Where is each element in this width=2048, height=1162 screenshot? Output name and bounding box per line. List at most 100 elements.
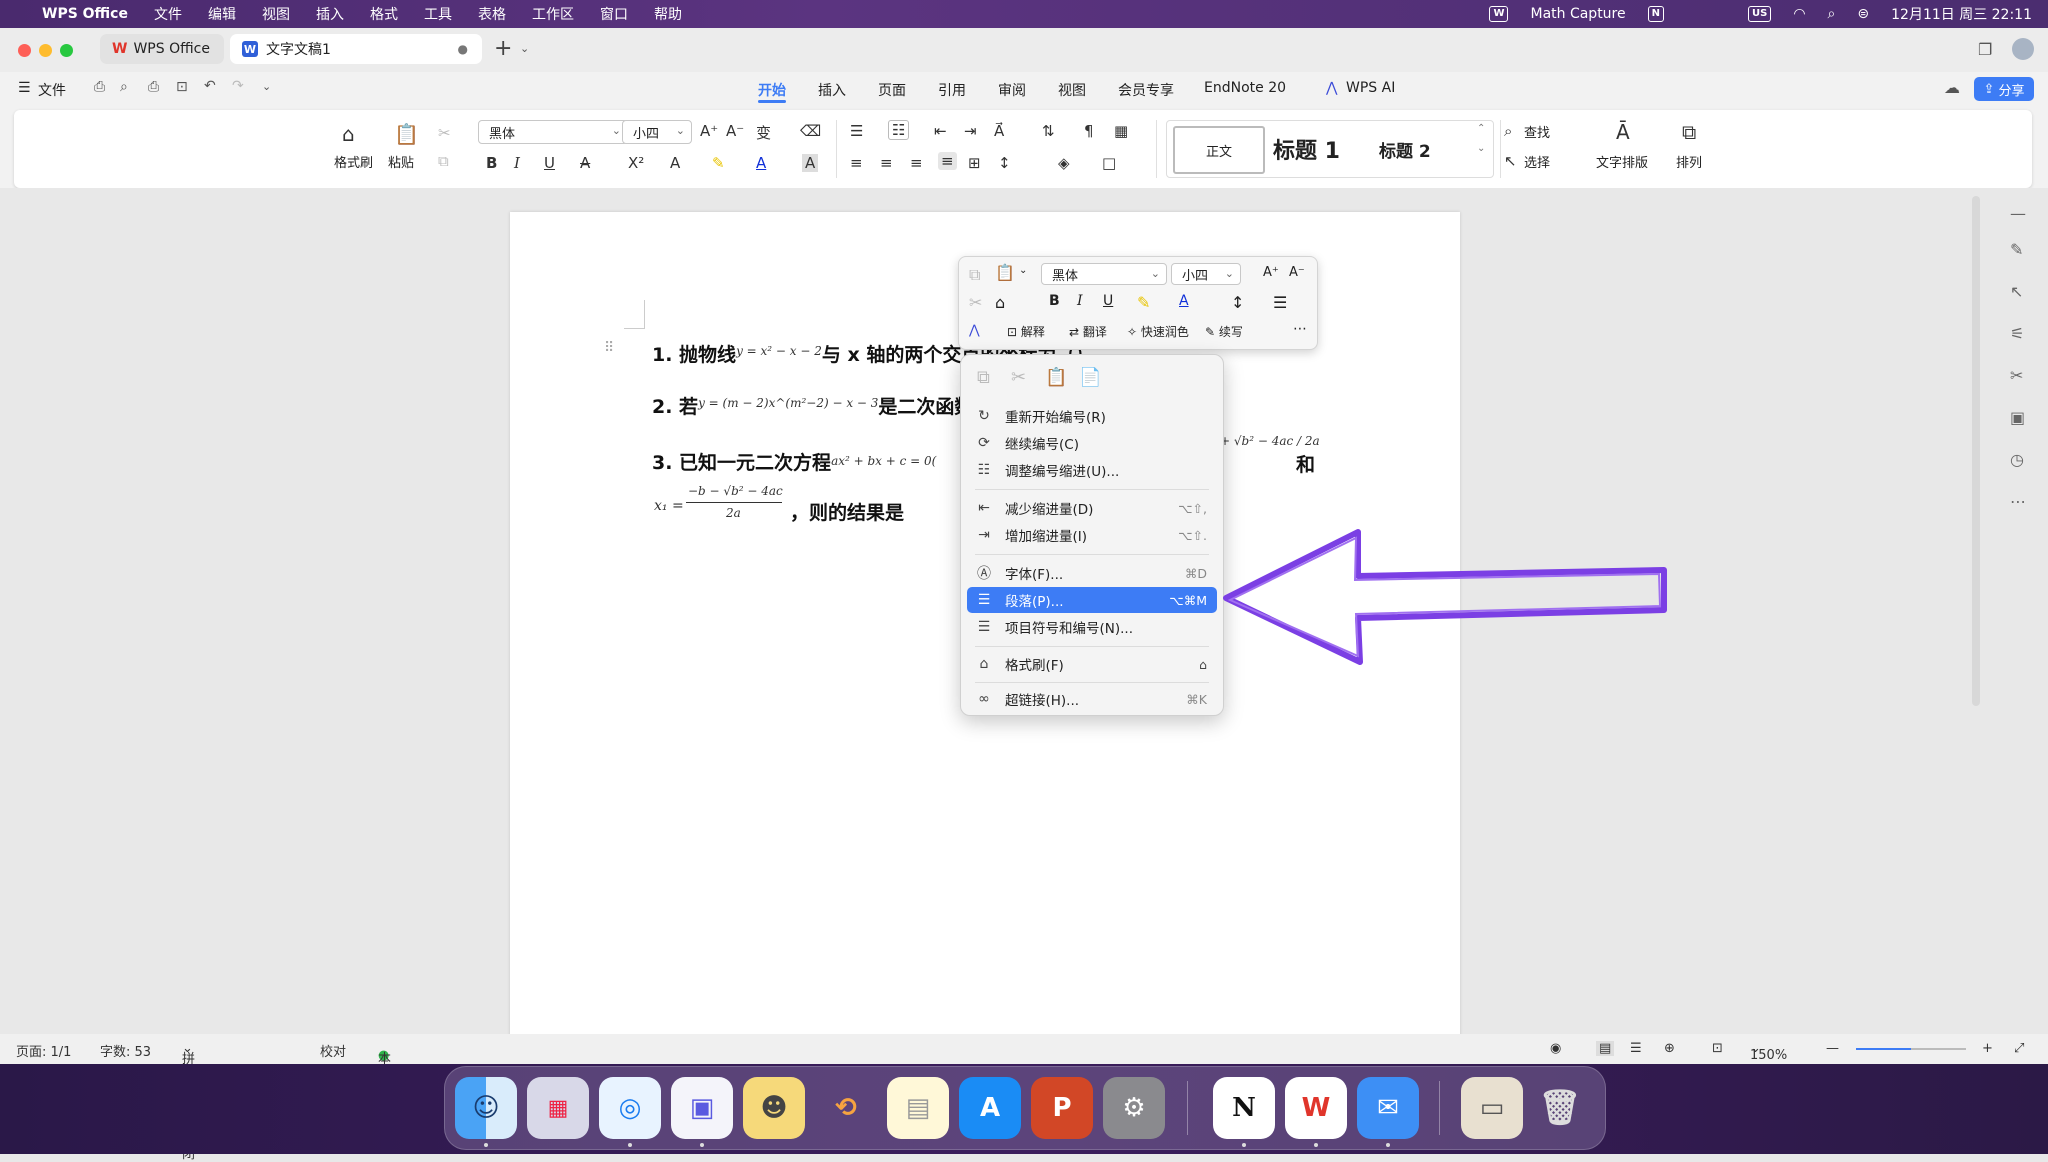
- undo-icon[interactable]: ↶: [204, 78, 216, 94]
- wps-office-icon[interactable]: W: [1285, 1077, 1347, 1139]
- menu-continue-numbering[interactable]: ⟳ 继续编号(C): [967, 430, 1217, 456]
- copy-icon[interactable]: ⧉: [977, 367, 990, 388]
- print-icon[interactable]: ⎙: [148, 79, 159, 95]
- new-tab-icon[interactable]: +: [494, 36, 512, 61]
- web-view-icon[interactable]: ⊕: [1664, 1041, 1675, 1056]
- menu-file[interactable]: 文件: [154, 4, 182, 24]
- tab-member[interactable]: 会员专享: [1118, 80, 1174, 100]
- phonetic-guide-icon[interactable]: 变: [756, 122, 771, 143]
- menu-table[interactable]: 表格: [478, 4, 506, 24]
- utility-app-icon[interactable]: ⟲: [815, 1077, 877, 1139]
- screenshot-app-icon[interactable]: ▣: [671, 1077, 733, 1139]
- wifi-icon[interactable]: ◠: [1793, 6, 1805, 22]
- sort-icon[interactable]: ⇅: [1042, 122, 1055, 140]
- menu-font[interactable]: Ⓐ 字体(F)... ⌘D: [967, 560, 1217, 586]
- tab-dropdown-icon[interactable]: ⌄: [520, 42, 529, 55]
- align-center-icon[interactable]: ≡: [880, 154, 893, 172]
- paste-icon[interactable]: 📋: [995, 263, 1015, 282]
- tab-home[interactable]: 开始: [758, 80, 786, 100]
- menu-edit[interactable]: 编辑: [208, 4, 236, 24]
- cut-icon[interactable]: ✂: [438, 124, 451, 142]
- font-size-select[interactable]: 小四 ⌄: [622, 120, 692, 144]
- font-color-icon[interactable]: A: [1179, 293, 1189, 309]
- menu-view[interactable]: 视图: [262, 4, 290, 24]
- cloud-upload-icon[interactable]: ☁: [1944, 78, 1960, 97]
- find-button[interactable]: 查找: [1524, 122, 1550, 141]
- redo-icon[interactable]: ↷: [232, 78, 244, 94]
- wps-ai-icon[interactable]: ⋀: [1326, 80, 1337, 96]
- menu-help[interactable]: 帮助: [654, 4, 682, 24]
- bullet-list-icon[interactable]: ☰: [850, 122, 863, 140]
- menu-increase-indent[interactable]: ⇥ 增加缩进量(I) ⌥⇧.: [967, 522, 1217, 548]
- menu-format[interactable]: 格式: [370, 4, 398, 24]
- tab-wps-ai[interactable]: WPS AI: [1346, 80, 1395, 96]
- font-color-icon[interactable]: A: [756, 154, 766, 172]
- explain-button[interactable]: ⊡ 解释: [1007, 323, 1045, 340]
- menu-workspace[interactable]: 工作区: [532, 4, 574, 24]
- shrink-font-icon[interactable]: A⁻: [726, 122, 744, 140]
- menu-paragraph[interactable]: ☰ 段落(P)... ⌥⌘M: [967, 587, 1217, 613]
- clear-format-icon[interactable]: ⌫: [800, 122, 821, 140]
- bold-icon[interactable]: B: [486, 154, 497, 172]
- downloads-stack-icon[interactable]: ▭: [1461, 1077, 1523, 1139]
- mini-font-size-select[interactable]: 小四 ⌄: [1171, 263, 1241, 285]
- zoom-level[interactable]: 150% ⌄: [1750, 1041, 1787, 1063]
- chinese-layout-icon[interactable]: A⃗: [994, 122, 1004, 140]
- copy-icon[interactable]: ⧉: [438, 152, 449, 170]
- menu-bullets-numbering[interactable]: ☰ 项目符号和编号(N)...: [967, 614, 1217, 640]
- app-store-icon[interactable]: A: [959, 1077, 1021, 1139]
- tab-document[interactable]: W 文字文稿1 ●: [230, 34, 482, 64]
- close-window-button[interactable]: [18, 44, 31, 57]
- export-pdf-icon[interactable]: ⌕: [120, 79, 128, 95]
- continue-write-button[interactable]: ✎ 续写: [1205, 323, 1243, 340]
- proofread-button[interactable]: 校对: [320, 1041, 346, 1060]
- highlight-icon[interactable]: ✎: [712, 154, 725, 172]
- vertical-scrollbar[interactable]: [1972, 196, 1980, 706]
- sidebar-pen-icon[interactable]: ✎: [2010, 240, 2023, 259]
- menu-decrease-indent[interactable]: ⇤ 减少缩进量(D) ⌥⇧,: [967, 495, 1217, 521]
- minimize-window-button[interactable]: [39, 44, 52, 57]
- math-capture-label[interactable]: Math Capture: [1530, 6, 1625, 22]
- spotlight-search-icon[interactable]: ⌕: [1828, 6, 1836, 22]
- arrange-icon[interactable]: ⧉: [1682, 120, 1696, 144]
- menu-tools[interactable]: 工具: [424, 4, 452, 24]
- input-source-badge[interactable]: US: [1748, 6, 1772, 22]
- format-painter-label[interactable]: 格式刷: [334, 152, 373, 171]
- italic-icon[interactable]: I: [1077, 293, 1083, 309]
- show-marks-icon[interactable]: ¶: [1084, 122, 1094, 140]
- menu-app-name[interactable]: WPS Office: [42, 6, 128, 22]
- sidebar-collapse-icon[interactable]: —: [2010, 204, 2026, 223]
- tab-endnote[interactable]: EndNote 20: [1204, 80, 1286, 96]
- shading-icon[interactable]: ◈: [1058, 154, 1070, 172]
- zoom-in-icon[interactable]: +: [1982, 1041, 1993, 1056]
- menu-restart-numbering[interactable]: ↻ 重新开始编号(R): [967, 403, 1217, 429]
- copy-icon[interactable]: ⧉: [969, 265, 980, 285]
- question-3[interactable]: 3. 已知一元二次方程ax² + bx + c = 0(: [652, 448, 936, 475]
- table-grid-icon[interactable]: ▦: [1114, 122, 1128, 140]
- file-menu-button[interactable]: 文件: [38, 80, 66, 100]
- sidebar-more-icon[interactable]: ⋯: [2010, 492, 2026, 511]
- char-shading-icon[interactable]: A: [802, 154, 819, 172]
- mini-font-name-select[interactable]: 黑体 ⌄: [1041, 263, 1167, 285]
- line-spacing-icon[interactable]: ↕: [1231, 293, 1244, 312]
- sidebar-tools-icon[interactable]: ✂: [2010, 366, 2023, 385]
- mail-icon[interactable]: ✉: [1357, 1077, 1419, 1139]
- text-effect-icon[interactable]: A: [670, 154, 680, 172]
- sidebar-image-icon[interactable]: ▣: [2010, 408, 2025, 427]
- border-icon[interactable]: □: [1102, 154, 1116, 172]
- underline-icon[interactable]: U: [1103, 293, 1113, 309]
- highlight-icon[interactable]: ✎: [1137, 293, 1150, 312]
- menu-adjust-indent[interactable]: ☷ 调整编号缩进(U)...: [967, 457, 1217, 483]
- tab-insert[interactable]: 插入: [818, 80, 846, 100]
- numbered-list-icon[interactable]: ☷: [888, 120, 910, 140]
- drag-handle-icon[interactable]: ⠿: [604, 340, 614, 356]
- style-scroll-up-icon[interactable]: ⌃: [1477, 123, 1485, 134]
- sidebar-settings-icon[interactable]: ⚟: [2010, 324, 2024, 343]
- wps-ai-icon[interactable]: ⋀: [969, 323, 980, 338]
- finder-icon[interactable]: ☺: [455, 1077, 517, 1139]
- share-button[interactable]: ⇪ 分享: [1974, 77, 2034, 101]
- fullscreen-icon[interactable]: ⤢: [2014, 1041, 2024, 1056]
- outline-view-icon[interactable]: ☰: [1630, 1041, 1642, 1056]
- format-painter-icon[interactable]: ⌂: [995, 293, 1005, 312]
- style-heading2[interactable]: 标题 2: [1379, 137, 1431, 162]
